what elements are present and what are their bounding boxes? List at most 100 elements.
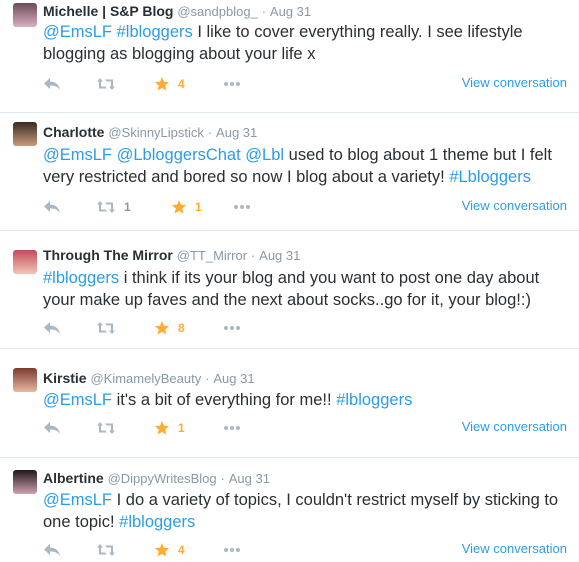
timestamp[interactable]: Aug 31	[259, 248, 300, 263]
tweet-text: @EmsLF @LbloggersChat @Lbl used to blog …	[43, 144, 573, 188]
tweet: Kirstie @KimamelyBeauty · Aug 31 @EmsLF …	[0, 349, 579, 458]
retweet-icon	[97, 78, 115, 90]
tweet: Through The Mirror @TT_Mirror · Aug 31 #…	[0, 231, 579, 349]
reply-icon	[44, 322, 60, 334]
more-button[interactable]	[223, 540, 241, 560]
hashtag-link[interactable]: #lbloggers	[43, 269, 119, 287]
star-icon	[171, 200, 187, 214]
timestamp[interactable]: Aug 31	[229, 471, 270, 486]
more-icon	[224, 426, 240, 430]
timestamp[interactable]: Aug 31	[270, 4, 311, 19]
author-handle[interactable]: @TT_Mirror	[177, 248, 247, 263]
avatar[interactable]	[13, 3, 37, 27]
author-handle[interactable]: @sandpblog_	[177, 4, 257, 19]
view-conversation-link[interactable]: View conversation	[462, 419, 567, 434]
tweet-text: #lbloggers i think if its your blog and …	[43, 267, 573, 311]
reply-button[interactable]	[43, 540, 61, 560]
tweet-text: @EmsLF I do a variety of topics, I could…	[43, 489, 573, 533]
retweet-icon	[97, 201, 115, 213]
star-icon	[154, 543, 170, 557]
tweet-header: Charlotte @SkinnyLipstick · Aug 31	[43, 123, 257, 142]
favorite-button[interactable]: 4	[154, 74, 185, 94]
reply-icon	[44, 78, 60, 90]
avatar[interactable]	[13, 250, 37, 274]
mention-link[interactable]: @Lbl	[245, 146, 284, 164]
author-handle[interactable]: @SkinnyLipstick	[108, 125, 204, 140]
view-conversation-link[interactable]: View conversation	[462, 75, 567, 90]
retweet-icon	[97, 422, 115, 434]
mention-link[interactable]: @EmsLF	[43, 146, 112, 164]
favorite-count: 4	[178, 543, 185, 557]
reply-button[interactable]	[43, 197, 61, 217]
reply-button[interactable]	[43, 74, 61, 94]
retweet-button[interactable]	[96, 74, 124, 94]
mention-link[interactable]: @EmsLF	[43, 491, 112, 509]
star-icon	[154, 321, 170, 335]
more-button[interactable]	[223, 418, 241, 438]
author-name[interactable]: Michelle | S&P Blog	[43, 3, 173, 19]
author-name[interactable]: Charlotte	[43, 124, 104, 140]
mention-link[interactable]: @EmsLF	[43, 23, 112, 41]
favorite-count: 8	[178, 321, 185, 335]
reply-icon	[44, 422, 60, 434]
favorite-count: 4	[178, 77, 185, 91]
author-name[interactable]: Albertine	[43, 470, 104, 486]
more-button[interactable]	[223, 318, 241, 338]
more-button[interactable]	[223, 74, 241, 94]
avatar[interactable]	[13, 122, 37, 146]
mention-link[interactable]: @LbloggersChat	[117, 146, 241, 164]
author-handle[interactable]: @KimamelyBeauty	[90, 371, 201, 386]
favorite-count: 1	[178, 421, 185, 435]
favorite-button[interactable]: 1	[171, 197, 202, 217]
tweet-actions: 8	[43, 318, 573, 338]
reply-button[interactable]	[43, 318, 61, 338]
reply-icon	[44, 201, 60, 213]
tweet-header: Through The Mirror @TT_Mirror · Aug 31	[43, 246, 300, 265]
text-segment: it's a bit of everything for me!!	[112, 391, 337, 409]
tweet-actions: 1 View conversation	[43, 418, 573, 438]
view-conversation-link[interactable]: View conversation	[462, 198, 567, 213]
reply-icon	[44, 544, 60, 556]
reply-button[interactable]	[43, 418, 61, 438]
author-name[interactable]: Through The Mirror	[43, 247, 173, 263]
separator-dot: ·	[207, 125, 213, 140]
separator-dot: ·	[220, 471, 225, 486]
tweet-text: @EmsLF it's a bit of everything for me!!…	[43, 389, 573, 411]
separator-dot: ·	[261, 4, 267, 19]
favorite-count: 1	[195, 200, 202, 214]
avatar[interactable]	[13, 368, 37, 392]
more-icon	[224, 326, 240, 330]
tweet-header: Albertine @DippyWritesBlog · Aug 31	[43, 469, 270, 488]
tweet: Michelle | S&P Blog @sandpblog_ · Aug 31…	[0, 0, 579, 113]
hashtag-link[interactable]: #lbloggers	[119, 513, 195, 531]
avatar[interactable]	[13, 470, 37, 494]
favorite-button[interactable]: 8	[154, 318, 185, 338]
more-icon	[234, 205, 250, 209]
favorite-button[interactable]: 1	[154, 418, 185, 438]
timestamp[interactable]: Aug 31	[213, 371, 254, 386]
retweet-button[interactable]: 1	[96, 197, 131, 217]
tweet: Albertine @DippyWritesBlog · Aug 31 @Ems…	[0, 458, 579, 562]
tweet-header: Michelle | S&P Blog @sandpblog_ · Aug 31	[43, 2, 311, 21]
tweet-text: @EmsLF #lbloggers I like to cover everyt…	[43, 21, 573, 65]
retweet-button[interactable]	[96, 540, 124, 560]
more-icon	[224, 548, 240, 552]
hashtag-link[interactable]: #lbloggers	[117, 23, 193, 41]
retweet-icon	[97, 544, 115, 556]
tweet: Charlotte @SkinnyLipstick · Aug 31 @EmsL…	[0, 113, 579, 231]
author-handle[interactable]: @DippyWritesBlog	[108, 471, 217, 486]
retweet-button[interactable]	[96, 318, 124, 338]
retweet-icon	[97, 322, 115, 334]
retweet-button[interactable]	[96, 418, 124, 438]
tweet-actions: 4 View conversation	[43, 74, 573, 94]
tweet-actions: 4 View conversation	[43, 540, 573, 560]
more-icon	[224, 82, 240, 86]
more-button[interactable]	[233, 197, 251, 217]
hashtag-link[interactable]: #lbloggers	[336, 391, 412, 409]
view-conversation-link[interactable]: View conversation	[462, 541, 567, 556]
timestamp[interactable]: Aug 31	[216, 125, 257, 140]
favorite-button[interactable]: 4	[154, 540, 185, 560]
hashtag-link[interactable]: #Lbloggers	[449, 168, 531, 186]
author-name[interactable]: Kirstie	[43, 370, 87, 386]
mention-link[interactable]: @EmsLF	[43, 391, 112, 409]
